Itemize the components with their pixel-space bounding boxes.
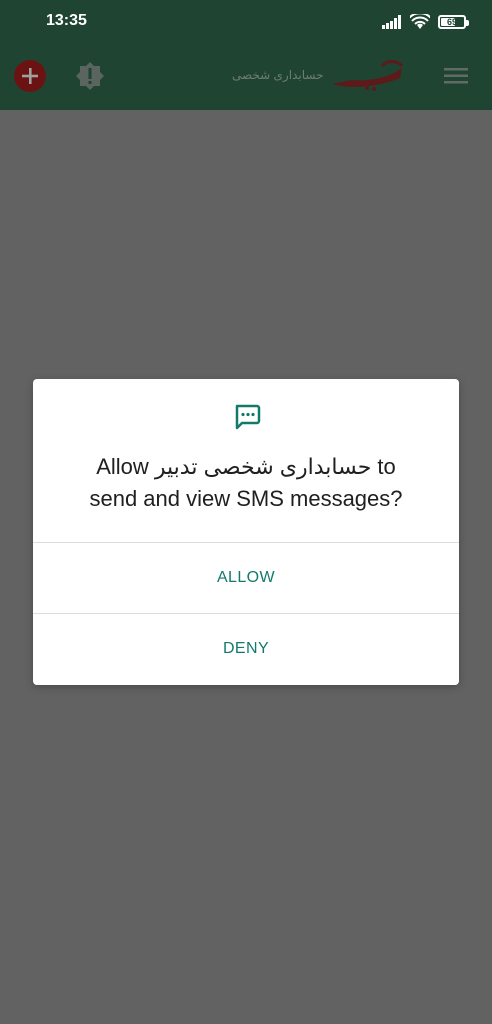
battery-icon: 69 (438, 15, 469, 29)
menu-button[interactable] (444, 66, 470, 86)
dialog-title-line1: Allow حسابداری شخصی تدبیر to (96, 454, 396, 479)
status-time: 13:35 (46, 12, 87, 29)
allow-button[interactable]: ALLOW (33, 543, 459, 613)
deny-button[interactable]: DENY (33, 614, 459, 684)
dialog-title: Allow حسابداری شخصی تدبیر to send and vi… (33, 451, 459, 515)
signal-icon (382, 15, 401, 29)
top-bar: 13:35 69 حسابداری شخصی (0, 0, 492, 110)
sms-icon (235, 404, 261, 430)
app-bar: حسابداری شخصی (0, 44, 492, 110)
alert-icon (76, 62, 104, 90)
alert-button[interactable] (74, 60, 106, 92)
add-button[interactable] (14, 60, 46, 92)
app-name: حسابداری شخصی (232, 68, 324, 82)
add-icon (22, 68, 38, 84)
dialog-title-line2: send and view SMS messages? (89, 486, 403, 511)
status-bar: 13:35 69 (0, 0, 492, 44)
wifi-icon (410, 14, 430, 29)
menu-icon (444, 68, 468, 84)
permission-dialog: Allow حسابداری شخصی تدبیر to send and vi… (33, 379, 459, 685)
battery-level: 69 (446, 17, 457, 27)
status-icons: 69 (382, 12, 469, 32)
